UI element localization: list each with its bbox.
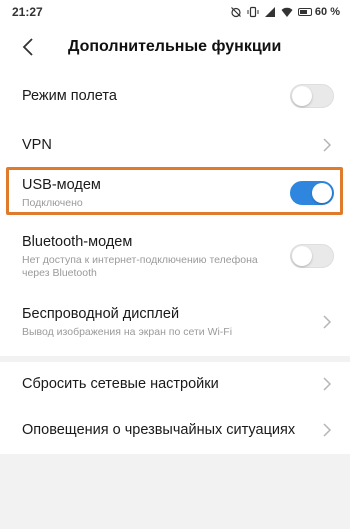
battery-icon bbox=[297, 8, 312, 16]
chevron-left-icon bbox=[22, 38, 33, 56]
status-icons: 60 % bbox=[230, 6, 340, 18]
setting-status: Подключено bbox=[22, 197, 83, 209]
chevron-right-icon bbox=[323, 423, 332, 437]
reset-settings-group: Сбросить сетевые настройки Оповещения о … bbox=[0, 362, 350, 454]
vibrate-icon bbox=[247, 6, 259, 18]
setting-usb-modem[interactable]: USB-модем Подключено bbox=[0, 168, 350, 218]
setting-bluetooth-modem[interactable]: Bluetooth-модем Нет доступа к интернет-п… bbox=[0, 222, 350, 290]
screen: 21:27 60 % Дополнительные функции Режим … bbox=[0, 0, 350, 529]
setting-vpn[interactable]: VPN bbox=[0, 122, 350, 168]
page-title: Дополнительные функции bbox=[68, 38, 282, 55]
chevron-right-icon bbox=[323, 315, 332, 329]
bluetooth-modem-toggle[interactable] bbox=[290, 244, 334, 268]
battery-indicator: 60 % bbox=[297, 6, 340, 18]
airplane-mode-toggle[interactable] bbox=[290, 84, 334, 108]
chevron-right-icon bbox=[323, 138, 332, 152]
chevron-right-icon bbox=[323, 377, 332, 391]
battery-percent: 60 % bbox=[314, 6, 340, 18]
alarm-off-icon bbox=[230, 7, 241, 18]
setting-emergency-alerts[interactable]: Оповещения о чрезвычайных ситуациях bbox=[0, 406, 350, 454]
setting-label: USB-модем bbox=[22, 177, 101, 193]
status-time: 21:27 bbox=[12, 5, 43, 19]
setting-description: Нет доступа к интернет-подключению телеф… bbox=[22, 253, 258, 279]
wifi-icon bbox=[281, 7, 293, 17]
signal-icon bbox=[264, 7, 275, 17]
header: Дополнительные функции bbox=[0, 24, 350, 70]
setting-description: Вывод изображения на экран по сети Wi-Fi bbox=[22, 326, 233, 338]
setting-reset-network[interactable]: Сбросить сетевые настройки bbox=[0, 362, 350, 406]
setting-label: Режим полета bbox=[22, 88, 117, 104]
network-settings-group: Режим полета VPN USB-модем Подключено Bl… bbox=[0, 70, 350, 356]
setting-label: Беспроводной дисплей bbox=[22, 306, 180, 322]
setting-label: Bluetooth-модем bbox=[22, 233, 133, 250]
setting-label: VPN bbox=[22, 137, 52, 153]
usb-modem-toggle[interactable] bbox=[290, 181, 334, 205]
status-bar: 21:27 60 % bbox=[0, 0, 350, 24]
setting-label: Оповещения о чрезвычайных ситуациях bbox=[22, 422, 296, 438]
setting-airplane-mode[interactable]: Режим полета bbox=[0, 70, 350, 122]
setting-wireless-display[interactable]: Беспроводной дисплей Вывод изображения н… bbox=[0, 292, 350, 352]
back-button[interactable] bbox=[8, 24, 48, 70]
setting-label: Сбросить сетевые настройки bbox=[22, 376, 219, 392]
